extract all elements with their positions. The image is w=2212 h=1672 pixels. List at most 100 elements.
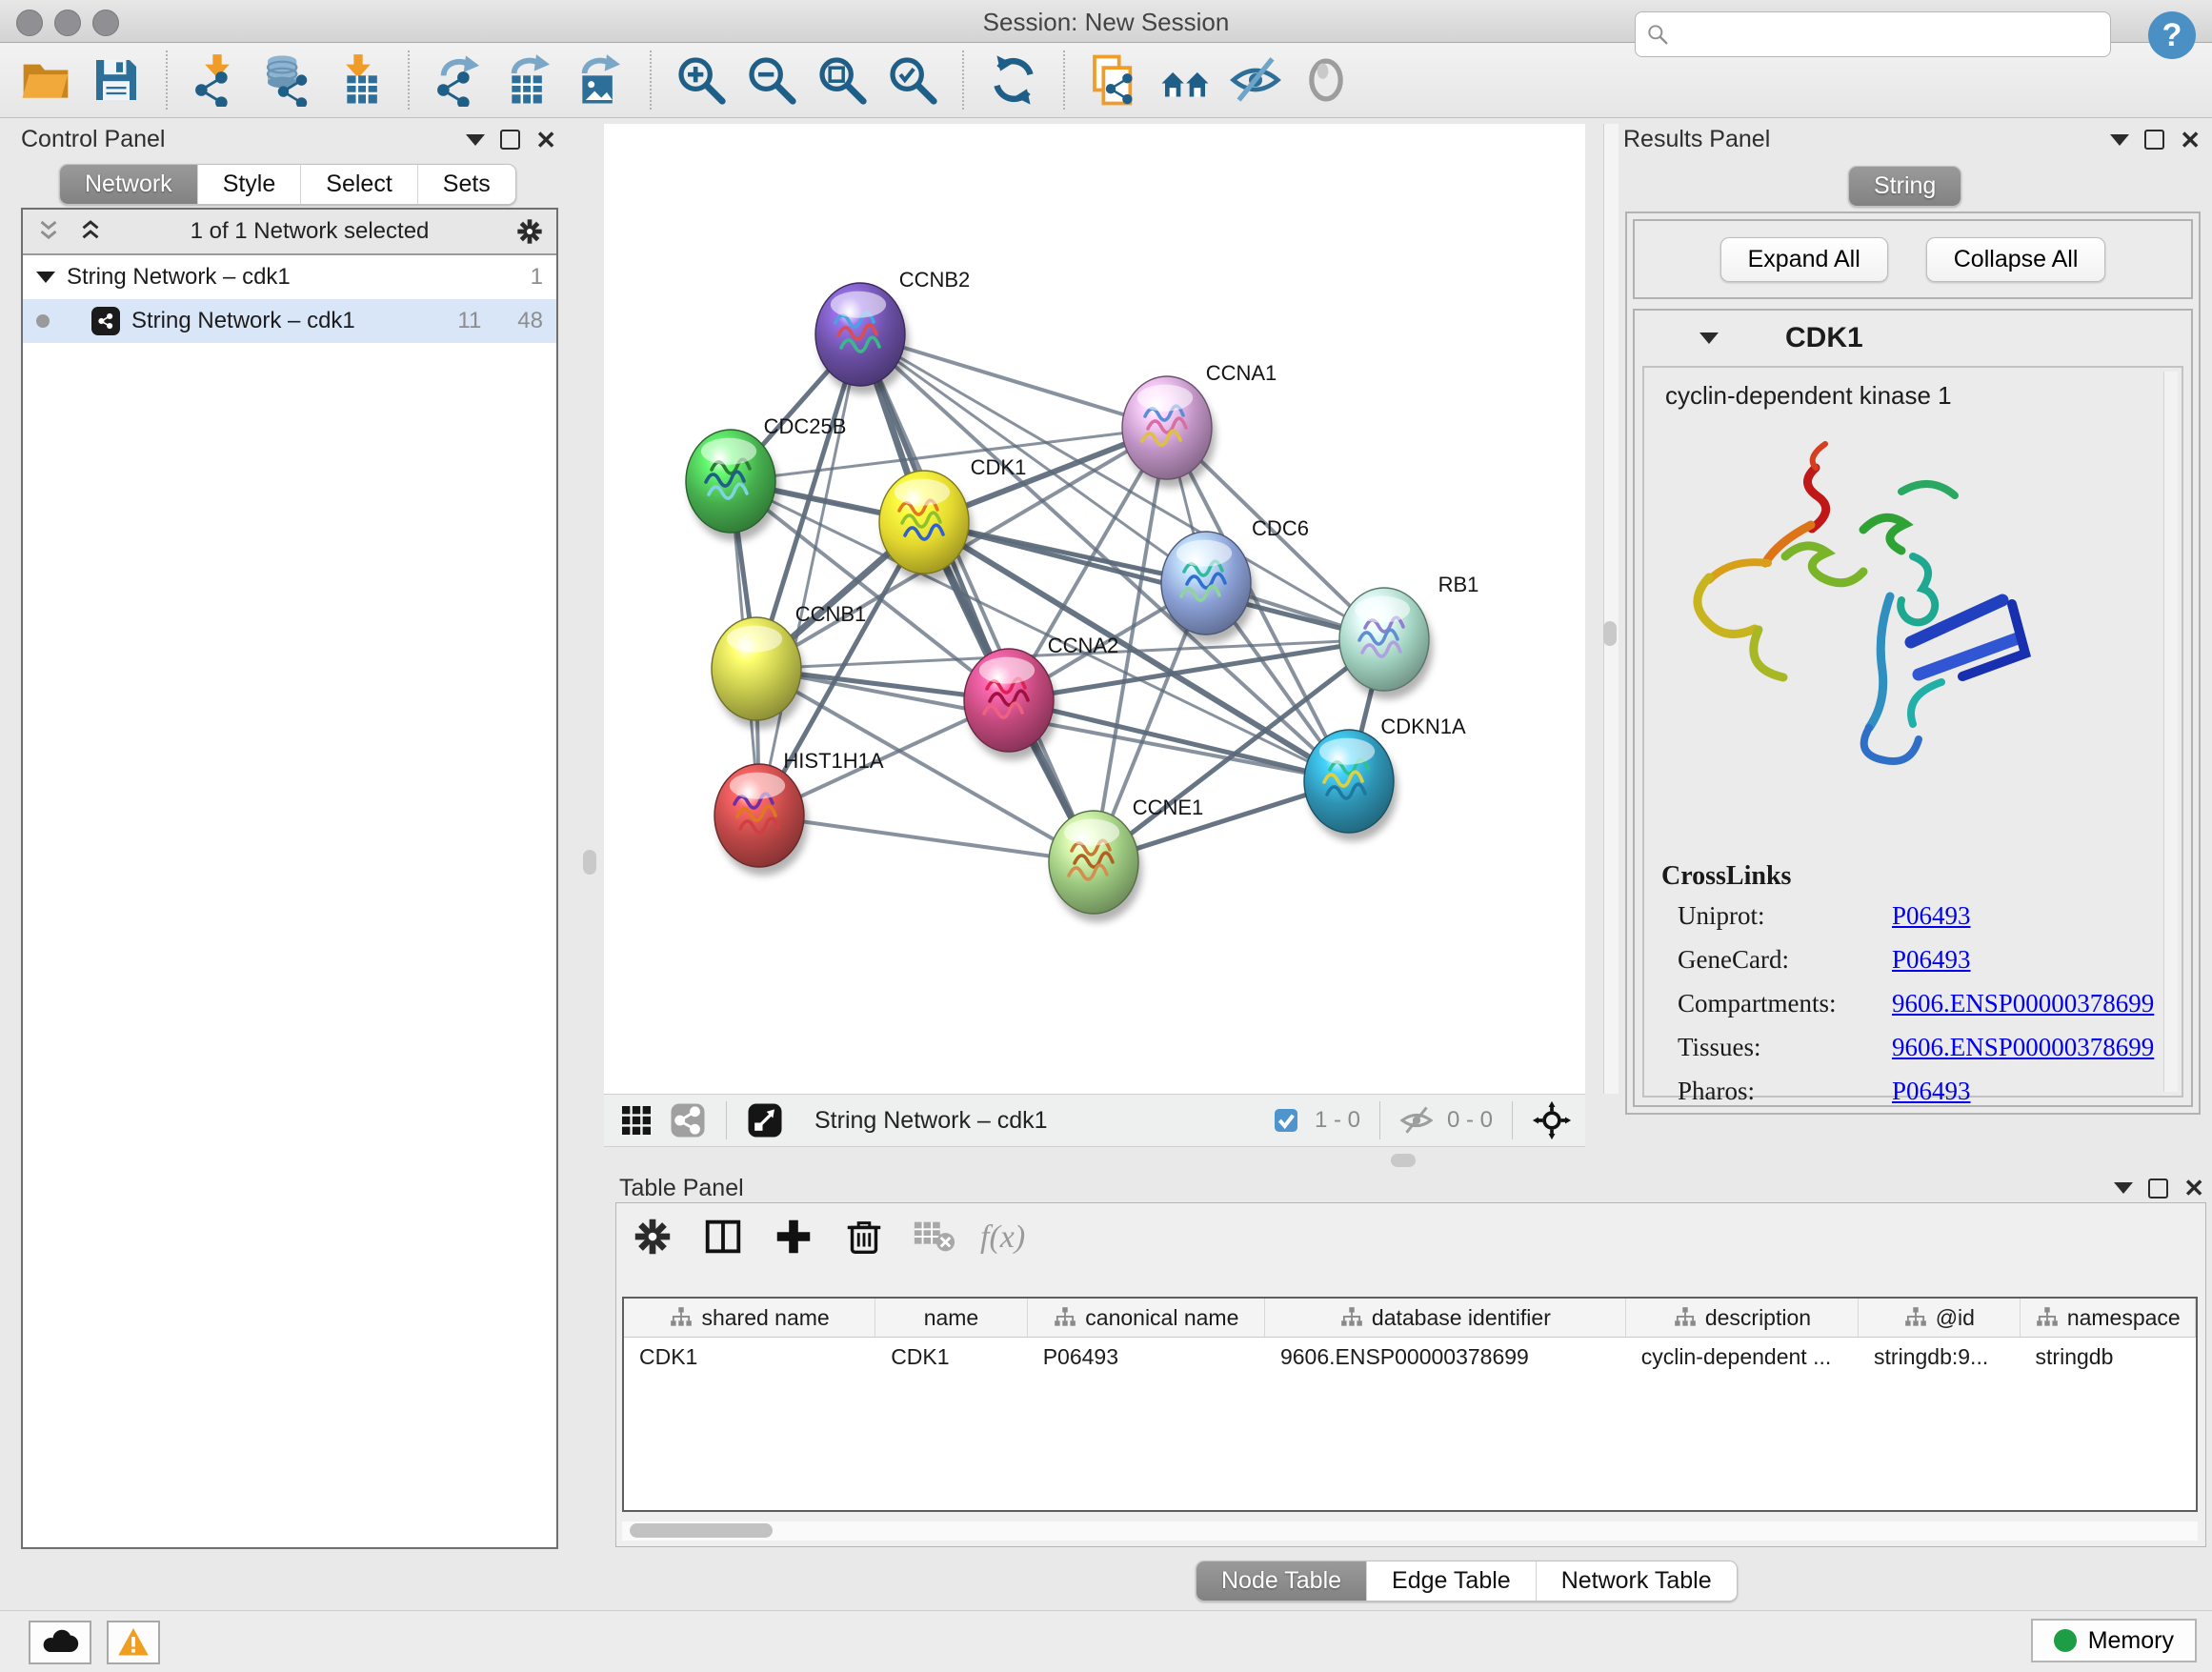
results-panel-close-icon[interactable]: ✕ (2180, 131, 2201, 150)
network-row[interactable]: String Network – cdk1 11 48 (23, 299, 556, 343)
table-panel-close-icon[interactable]: ✕ (2183, 1178, 2204, 1198)
table-cell[interactable]: cyclin-dependent ... (1626, 1338, 1859, 1376)
zoom-fit-button[interactable] (812, 50, 873, 111)
network-collection-row[interactable]: String Network – cdk1 1 (23, 255, 556, 299)
memory-button[interactable]: Memory (2031, 1619, 2197, 1662)
table-cell[interactable]: 9606.ENSP00000378699 (1265, 1338, 1626, 1376)
table-cell[interactable]: P06493 (1028, 1338, 1265, 1376)
first-neighbors-button[interactable] (1155, 50, 1216, 111)
results-scrollbar[interactable] (2163, 372, 2178, 1092)
column-header--id[interactable]: @id (1859, 1299, 2020, 1337)
network-node-CDK1[interactable]: CDK1 (879, 455, 1026, 582)
delete-column-trash-icon[interactable] (839, 1213, 889, 1262)
table-cell[interactable]: CDK1 (624, 1338, 875, 1376)
column-header-namespace[interactable]: namespace (2021, 1299, 2196, 1337)
tab-style[interactable]: Style (198, 165, 302, 204)
table-cell[interactable]: stringdb:9... (1859, 1338, 2021, 1376)
grid-view-icon[interactable] (617, 1101, 655, 1139)
network-options-gear-icon[interactable] (514, 216, 545, 247)
zoom-out-button[interactable] (741, 50, 802, 111)
network-edge-CDK1-RB1[interactable] (924, 522, 1384, 639)
zoom-selected-button[interactable] (882, 50, 943, 111)
control-panel-float-icon[interactable] (500, 130, 520, 150)
expand-all-icon[interactable] (76, 217, 105, 246)
table-panel-menu-icon[interactable] (2114, 1182, 2133, 1194)
crosslink-link[interactable]: 9606.ENSP00000378699 (1892, 1033, 2154, 1062)
results-panel-menu-icon[interactable] (2110, 134, 2129, 146)
selected-checkbox-icon[interactable] (1271, 1105, 1301, 1136)
export-table-button[interactable] (499, 50, 560, 111)
show-columns-icon[interactable] (698, 1213, 748, 1262)
crosslink-link[interactable]: P06493 (1892, 1077, 1971, 1106)
control-panel-close-icon[interactable]: ✕ (535, 131, 556, 150)
collection-disclosure-icon[interactable] (36, 272, 55, 283)
string-view-icon[interactable] (669, 1101, 707, 1139)
tab-string[interactable]: String (1849, 167, 1961, 206)
export-network-button[interactable] (429, 50, 490, 111)
network-node-RB1[interactable]: RB1 (1339, 573, 1478, 699)
table-row[interactable]: CDK1CDK1P064939606.ENSP00000378699cyclin… (624, 1338, 2196, 1376)
network-node-HIST1H1A[interactable]: HIST1H1A (714, 749, 884, 876)
column-header-canonical-name[interactable]: canonical name (1028, 1299, 1265, 1337)
column-header-database-identifier[interactable]: database identifier (1265, 1299, 1626, 1337)
apply-layout-button[interactable] (983, 50, 1044, 111)
table-toolbar: f(x) (628, 1213, 1025, 1262)
network-canvas[interactable]: CCNB2CCNA1CDC25BCDK1CDC6RB1CCNB1CCNA2CDK… (604, 124, 1585, 1094)
network-node-CDKN1A[interactable]: CDKN1A (1304, 715, 1466, 841)
import-table-button[interactable] (328, 50, 389, 111)
clone-network-button[interactable] (1084, 50, 1145, 111)
network-node-CCNA1[interactable]: CCNA1 (1122, 361, 1277, 488)
save-session-button[interactable] (86, 50, 147, 111)
crosslink-link[interactable]: 9606.ENSP00000378699 (1892, 989, 2154, 1018)
cloud-button[interactable] (29, 1621, 91, 1664)
column-header-shared-name[interactable]: shared name (624, 1299, 875, 1337)
control-panel-menu-icon[interactable] (466, 134, 485, 146)
open-session-button[interactable] (15, 50, 76, 111)
left-splitter-handle[interactable] (583, 850, 596, 875)
table-hscrollbar-thumb[interactable] (630, 1523, 773, 1538)
crosslink-link[interactable]: P06493 (1892, 901, 1971, 931)
network-node-CDC6[interactable]: CDC6 (1161, 516, 1309, 643)
right-splitter[interactable] (1603, 124, 1619, 1094)
gene-disclosure-icon[interactable] (1699, 332, 1719, 344)
tab-edge-table[interactable]: Edge Table (1367, 1561, 1537, 1601)
collapse-all-button[interactable]: Collapse All (1926, 237, 2106, 282)
tab-node-table[interactable]: Node Table (1196, 1561, 1367, 1601)
export-image-button[interactable] (570, 50, 631, 111)
network-node-CCNB2[interactable]: CCNB2 (815, 268, 970, 394)
node-table[interactable]: shared namenamecanonical namedatabase id… (622, 1297, 2198, 1512)
table-panel-float-icon[interactable] (2148, 1178, 2168, 1199)
add-column-icon[interactable] (769, 1213, 818, 1262)
show-all-button[interactable] (1296, 50, 1357, 111)
search-input[interactable] (1678, 20, 2101, 49)
tab-network[interactable]: Network (60, 165, 198, 204)
table-cell[interactable]: CDK1 (875, 1338, 1028, 1376)
hide-selected-button[interactable] (1225, 50, 1286, 111)
network-edge-CCNB2-HIST1H1A[interactable] (759, 334, 860, 816)
table-hscrollbar[interactable] (622, 1521, 2198, 1541)
column-header-description[interactable]: description (1626, 1299, 1859, 1337)
node-label-CCNA1: CCNA1 (1206, 361, 1277, 385)
import-database-button[interactable] (257, 50, 318, 111)
fit-selected-crosshair-icon[interactable] (1532, 1100, 1572, 1140)
table-cell[interactable]: stringdb (2021, 1338, 2196, 1376)
import-network-button[interactable] (187, 50, 248, 111)
expand-all-button[interactable]: Expand All (1720, 237, 1888, 282)
right-splitter-handle[interactable] (1603, 621, 1617, 646)
network-edge-HIST1H1A-CCNE1[interactable] (759, 816, 1094, 862)
tab-sets[interactable]: Sets (418, 165, 515, 204)
birdseye-view-icon[interactable] (746, 1101, 784, 1139)
zoom-in-button[interactable] (671, 50, 732, 111)
network-edge-CCNB2-CCNE1[interactable] (860, 334, 1094, 862)
bottom-splitter-handle[interactable] (1391, 1154, 1416, 1167)
crosslink-link[interactable]: P06493 (1892, 945, 1971, 975)
warnings-button[interactable] (107, 1621, 160, 1664)
results-panel-float-icon[interactable] (2144, 130, 2164, 150)
column-header-name[interactable]: name (875, 1299, 1028, 1337)
collapse-all-icon[interactable] (34, 217, 63, 246)
help-button[interactable]: ? (2148, 11, 2196, 59)
tab-network-table[interactable]: Network Table (1537, 1561, 1737, 1601)
tab-select[interactable]: Select (301, 165, 417, 204)
toolbar-search[interactable] (1635, 11, 2111, 57)
table-settings-gear-icon[interactable] (628, 1213, 677, 1262)
